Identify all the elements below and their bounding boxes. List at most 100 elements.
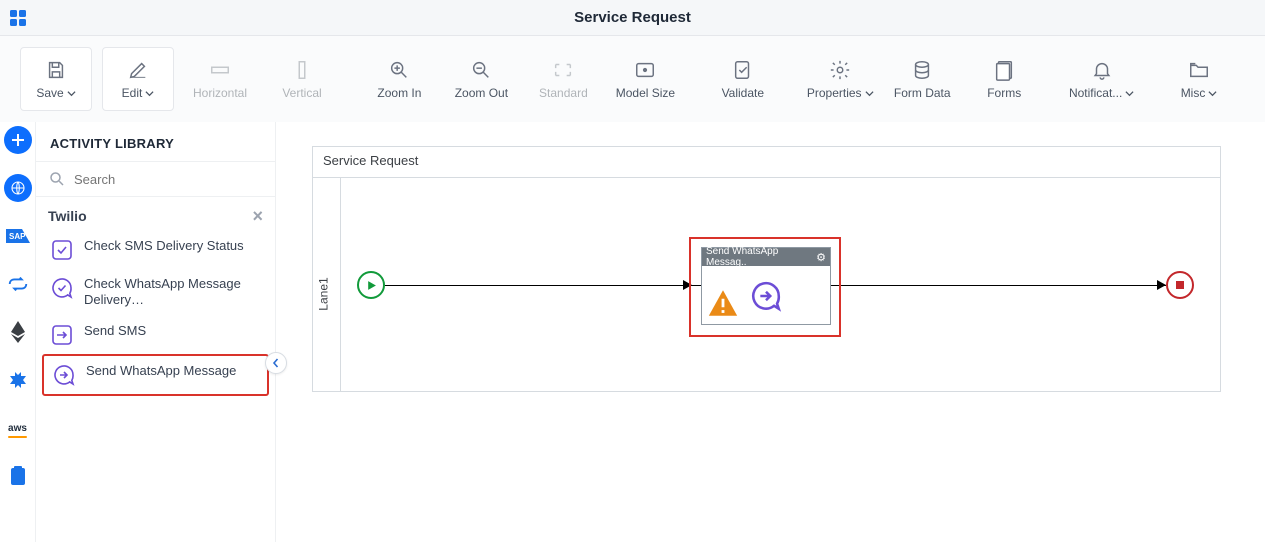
rail-aws[interactable]: aws xyxy=(4,414,32,442)
activity-label: Check WhatsApp Message Delivery… xyxy=(84,276,261,309)
lane-label: Lane1 xyxy=(317,277,331,310)
canvas-divider xyxy=(313,177,1220,178)
activity-label: Send SMS xyxy=(84,323,146,339)
forms-button[interactable]: Forms xyxy=(968,47,1040,111)
zoom-out-label: Zoom Out xyxy=(455,86,508,100)
save-icon xyxy=(44,58,68,82)
rail-loop[interactable] xyxy=(4,270,32,298)
notifications-button[interactable]: Notificat... xyxy=(1066,47,1138,111)
bell-icon xyxy=(1090,58,1114,82)
close-category-button[interactable]: × xyxy=(252,207,263,225)
standard-button[interactable]: Standard xyxy=(527,47,599,111)
rail-eth[interactable] xyxy=(4,318,32,346)
rail-puzzle[interactable] xyxy=(4,366,32,394)
chevron-down-icon xyxy=(1208,89,1217,98)
form-data-label: Form Data xyxy=(894,86,951,100)
edit-label: Edit xyxy=(122,86,143,100)
svg-text:SAP: SAP xyxy=(9,232,26,241)
grid-icon xyxy=(9,9,27,27)
save-label: Save xyxy=(36,86,63,100)
notifications-label: Notificat... xyxy=(1069,86,1122,100)
chevron-down-icon xyxy=(865,89,874,98)
model-size-label: Model Size xyxy=(616,86,675,100)
activity-item-check-sms[interactable]: Check SMS Delivery Status xyxy=(42,231,269,269)
vertical-button[interactable]: Vertical xyxy=(266,47,338,111)
app-logo[interactable] xyxy=(0,9,36,27)
model-size-button[interactable]: Model Size xyxy=(609,47,681,111)
model-size-icon xyxy=(633,58,657,82)
forms-label: Forms xyxy=(987,86,1021,100)
rail-sap[interactable]: SAP xyxy=(4,222,32,250)
form-data-button[interactable]: Form Data xyxy=(886,47,958,111)
activity-library-panel: ACTIVITY LIBRARY Twilio × Check SMS Deli… xyxy=(36,122,276,542)
ethereum-icon xyxy=(11,321,25,343)
zoom-in-button[interactable]: Zoom In xyxy=(363,47,435,111)
chat-send-icon xyxy=(52,363,76,387)
check-square-icon xyxy=(50,238,74,262)
activity-item-check-whatsapp[interactable]: Check WhatsApp Message Delivery… xyxy=(42,269,269,316)
app-header: Service Request xyxy=(0,0,1265,36)
stop-icon xyxy=(1176,281,1184,289)
node-header: Send WhatsApp Messag.. ⚙ xyxy=(702,248,830,266)
chevron-down-icon xyxy=(1125,89,1134,98)
aws-icon: aws xyxy=(8,423,27,434)
chevron-left-icon xyxy=(271,358,281,368)
standard-label: Standard xyxy=(539,86,588,100)
forms-icon xyxy=(992,58,1016,82)
zoom-out-button[interactable]: Zoom Out xyxy=(445,47,517,111)
misc-button[interactable]: Misc xyxy=(1163,47,1235,111)
horizontal-icon xyxy=(208,58,232,82)
misc-label: Misc xyxy=(1181,86,1206,100)
loop-icon xyxy=(7,276,29,292)
edit-button[interactable]: Edit xyxy=(102,47,174,111)
send-square-icon xyxy=(50,323,74,347)
process-canvas[interactable]: Service Request Lane1 Send WhatsApp Mess… xyxy=(312,146,1221,392)
validate-label: Validate xyxy=(722,86,764,100)
vertical-icon xyxy=(290,58,314,82)
activity-list: Check SMS Delivery Status Check WhatsApp… xyxy=(36,231,275,402)
save-button[interactable]: Save xyxy=(20,47,92,111)
left-rail: SAP aws xyxy=(0,122,36,542)
collapse-panel-button[interactable] xyxy=(265,352,287,374)
edit-icon xyxy=(126,58,150,82)
node-title: Send WhatsApp Messag.. xyxy=(706,246,816,268)
horizontal-label: Horizontal xyxy=(193,86,247,100)
validate-button[interactable]: Validate xyxy=(707,47,779,111)
search-input[interactable] xyxy=(74,172,263,187)
vertical-label: Vertical xyxy=(282,86,321,100)
add-button[interactable] xyxy=(4,126,32,154)
gear-icon[interactable]: ⚙ xyxy=(816,251,826,264)
properties-label: Properties xyxy=(807,86,862,100)
start-node[interactable] xyxy=(357,271,385,299)
globe-icon xyxy=(10,180,26,196)
main-body: SAP aws ACTIVITY LIBRARY Twilio × Check … xyxy=(0,122,1265,542)
toolbar: Save Edit Horizontal Vertical Zoom In Zo… xyxy=(0,36,1265,122)
process-name: Service Request xyxy=(323,153,418,168)
category-header: Twilio × xyxy=(36,197,275,231)
zoom-in-icon xyxy=(387,58,411,82)
search-icon xyxy=(48,170,66,188)
activity-item-send-sms[interactable]: Send SMS xyxy=(42,316,269,354)
page-title: Service Request xyxy=(574,9,691,26)
puzzle-icon xyxy=(8,370,28,390)
category-name: Twilio xyxy=(48,208,87,224)
properties-button[interactable]: Properties xyxy=(804,47,876,111)
chevron-down-icon xyxy=(67,89,76,98)
chat-send-icon xyxy=(749,279,783,313)
zoom-in-label: Zoom In xyxy=(377,86,421,100)
chevron-down-icon xyxy=(145,89,154,98)
activity-node[interactable]: Send WhatsApp Messag.. ⚙ xyxy=(701,247,831,325)
zoom-out-icon xyxy=(469,58,493,82)
activity-label: Send WhatsApp Message xyxy=(86,363,236,379)
rail-clipboard[interactable] xyxy=(4,462,32,490)
lane-column: Lane1 xyxy=(313,177,341,391)
node-body xyxy=(702,266,830,326)
globe-button[interactable] xyxy=(4,174,32,202)
activity-item-send-whatsapp[interactable]: Send WhatsApp Message xyxy=(42,354,269,396)
properties-icon xyxy=(828,58,852,82)
horizontal-button[interactable]: Horizontal xyxy=(184,47,256,111)
warning-icon xyxy=(706,286,740,323)
folder-icon xyxy=(1187,58,1211,82)
chat-check-icon xyxy=(50,276,74,300)
end-node[interactable] xyxy=(1166,271,1194,299)
